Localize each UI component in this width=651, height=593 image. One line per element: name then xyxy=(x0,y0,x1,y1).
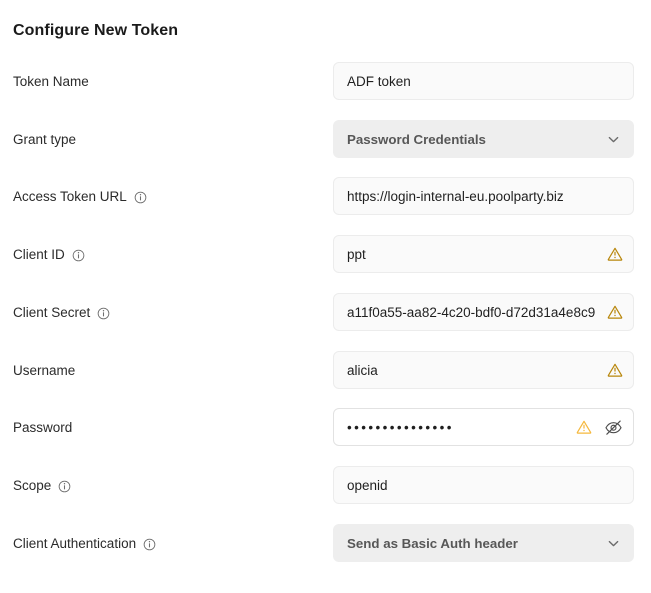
eye-slash-icon[interactable] xyxy=(604,418,623,437)
label-username: Username xyxy=(13,351,75,389)
info-circle-icon[interactable] xyxy=(143,538,156,551)
form-row-access-token-url: Access Token URL https://login-internal-e… xyxy=(0,177,651,215)
label-text-token-name: Token Name xyxy=(13,74,89,89)
warning-triangle-icon[interactable] xyxy=(607,362,623,378)
value-client-authentication: Send as Basic Auth header xyxy=(347,536,600,551)
input-client-secret[interactable]: a11f0a55-aa82-4c20-bdf0-d72d31a4e8c9 xyxy=(333,293,634,331)
input-username[interactable]: alicia xyxy=(333,351,634,389)
input-access-token-url[interactable]: https://login-internal-eu.poolparty.biz xyxy=(333,177,634,215)
label-client-secret: Client Secret xyxy=(13,293,110,331)
label-text-grant-type: Grant type xyxy=(13,132,76,147)
value-scope: openid xyxy=(347,478,623,493)
value-password: ••••••••••••••• xyxy=(347,420,570,435)
info-circle-icon[interactable] xyxy=(134,191,147,204)
info-circle-icon[interactable] xyxy=(97,307,110,320)
value-username: alicia xyxy=(347,363,601,378)
label-text-username: Username xyxy=(13,363,75,378)
form-row-client-authentication: Client Authentication Send as Basic Auth … xyxy=(0,524,651,562)
label-text-access-token-url: Access Token URL xyxy=(13,189,127,204)
trailing-icons-username xyxy=(607,362,623,378)
form-row-token-name: Token Name ADF token xyxy=(0,62,651,100)
page-title: Configure New Token xyxy=(13,22,178,40)
trailing-icons-client-secret xyxy=(607,304,623,320)
form-row-scope: Scope openid xyxy=(0,466,651,504)
input-token-name[interactable]: ADF token xyxy=(333,62,634,100)
input-scope[interactable]: openid xyxy=(333,466,634,504)
warning-triangle-icon[interactable] xyxy=(607,304,623,320)
chevron-down-icon[interactable] xyxy=(606,132,621,147)
select-grant-type[interactable]: Password Credentials xyxy=(333,120,634,158)
value-access-token-url: https://login-internal-eu.poolparty.biz xyxy=(347,189,623,204)
chevron-down-icon[interactable] xyxy=(606,536,621,551)
label-text-client-authentication: Client Authentication xyxy=(13,536,136,551)
trailing-icons-password xyxy=(576,418,623,437)
input-client-id[interactable]: ppt xyxy=(333,235,634,273)
value-client-id: ppt xyxy=(347,247,601,262)
trailing-icons-client-authentication xyxy=(606,536,621,551)
label-text-password: Password xyxy=(13,420,72,435)
configure-new-token-form: Configure New Token Token Name ADF token G… xyxy=(0,0,651,593)
form-row-password: Password ••••••••••••••• xyxy=(0,408,651,446)
label-client-authentication: Client Authentication xyxy=(13,524,156,562)
value-token-name: ADF token xyxy=(347,74,623,89)
warning-triangle-icon[interactable] xyxy=(576,419,592,435)
label-client-id: Client ID xyxy=(13,235,85,273)
label-password: Password xyxy=(13,408,72,446)
trailing-icons-client-id xyxy=(607,246,623,262)
select-client-authentication[interactable]: Send as Basic Auth header xyxy=(333,524,634,562)
label-text-scope: Scope xyxy=(13,478,51,493)
label-text-client-secret: Client Secret xyxy=(13,305,90,320)
form-row-username: Username alicia xyxy=(0,351,651,389)
form-row-client-secret: Client Secret a11f0a55-aa82-4c20-bdf0-d72… xyxy=(0,293,651,331)
value-client-secret: a11f0a55-aa82-4c20-bdf0-d72d31a4e8c9 xyxy=(347,305,601,320)
info-circle-icon[interactable] xyxy=(58,480,71,493)
label-token-name: Token Name xyxy=(13,62,89,100)
trailing-icons-grant-type xyxy=(606,132,621,147)
label-grant-type: Grant type xyxy=(13,120,76,158)
label-scope: Scope xyxy=(13,466,71,504)
label-access-token-url: Access Token URL xyxy=(13,177,147,215)
warning-triangle-icon[interactable] xyxy=(607,246,623,262)
input-password[interactable]: ••••••••••••••• xyxy=(333,408,634,446)
value-grant-type: Password Credentials xyxy=(347,132,600,147)
form-row-grant-type: Grant type Password Credentials xyxy=(0,120,651,158)
label-text-client-id: Client ID xyxy=(13,247,65,262)
info-circle-icon[interactable] xyxy=(72,249,85,262)
form-row-client-id: Client ID ppt xyxy=(0,235,651,273)
